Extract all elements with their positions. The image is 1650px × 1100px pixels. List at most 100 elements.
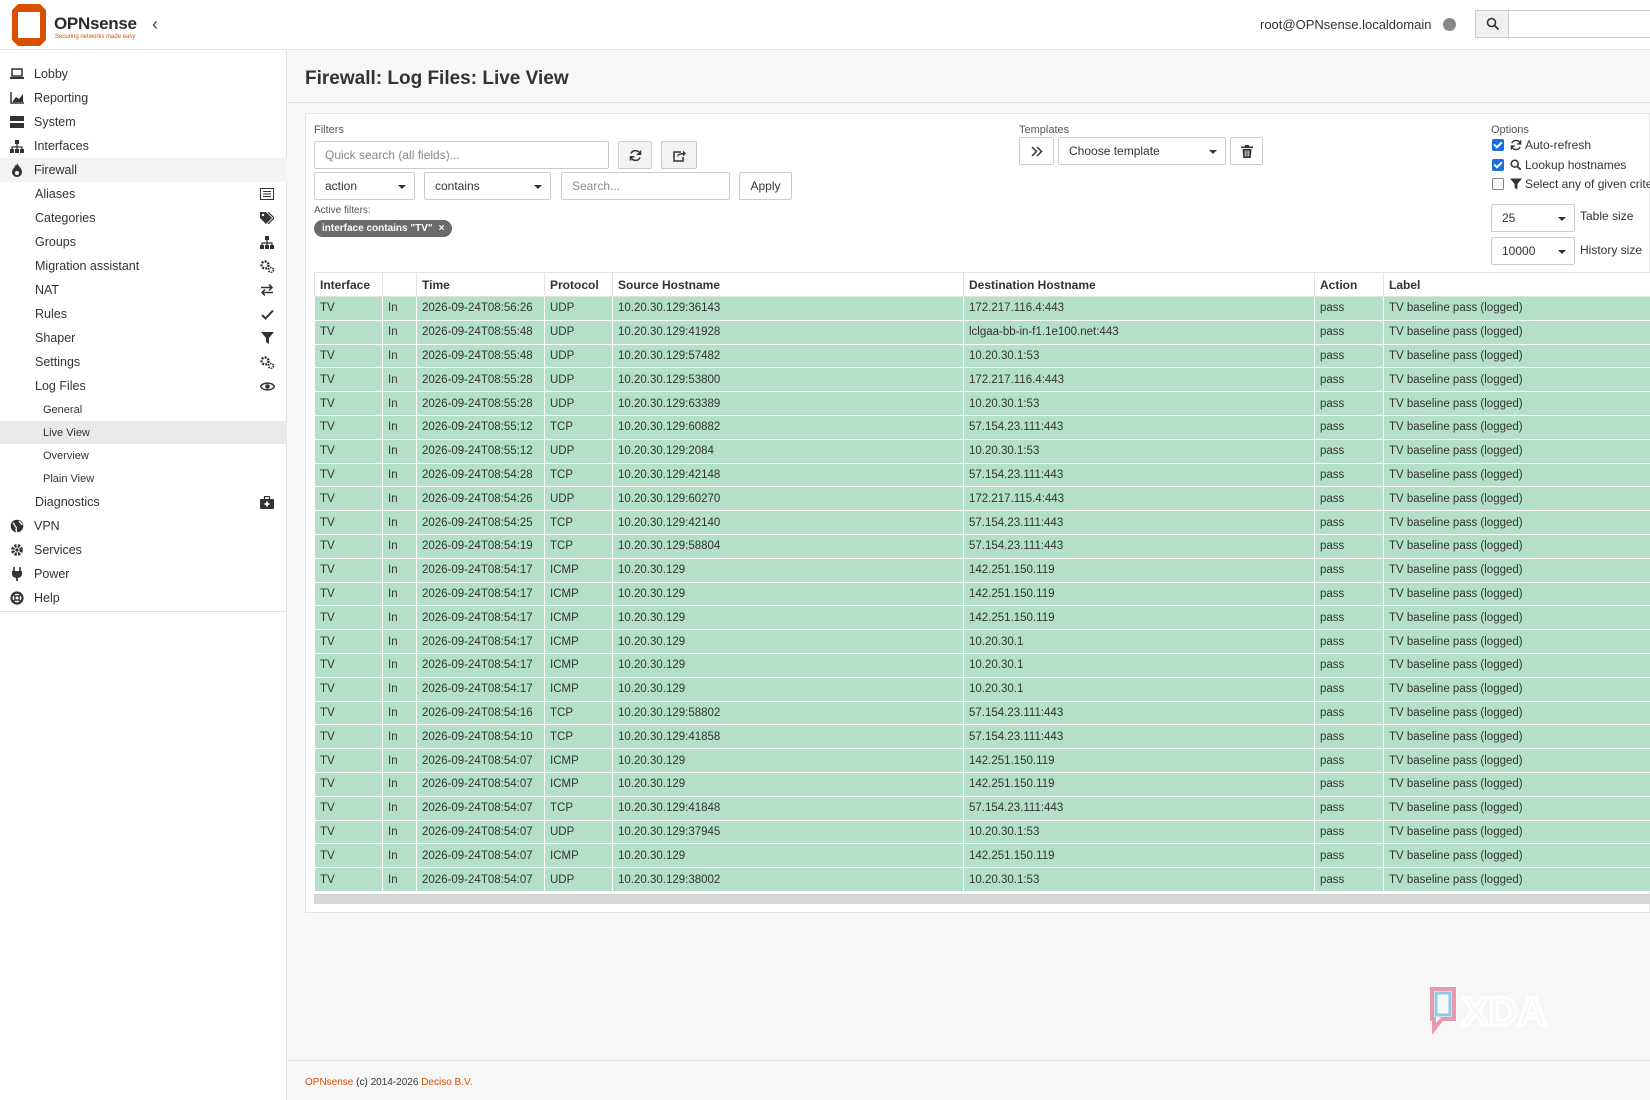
sidebar-item-help[interactable]: Help (0, 586, 287, 610)
table-row[interactable]: TV In 2026-09-24T08:54:28 TCP 10.20.30.129:4… (314, 463, 1650, 488)
table-row[interactable]: TV In 2026-09-24T08:54:07 TCP 10.20.30.129:4… (314, 796, 1650, 821)
footer-brand-link[interactable]: OPNsense (305, 1077, 353, 1088)
export-button[interactable] (661, 141, 697, 169)
cell-time: 2026-09-24T08:54:26 (416, 486, 545, 512)
sidebar-item-nat[interactable]: NAT (0, 278, 287, 302)
sidebar-item-aliases[interactable]: Aliases (0, 182, 287, 206)
table-row[interactable]: TV In 2026-09-24T08:55:12 UDP 10.20.30.129:2… (314, 439, 1650, 464)
column-header-interface[interactable]: Interface (314, 272, 383, 297)
sidebar-item-firewall[interactable]: Firewall (0, 158, 287, 182)
column-header-label[interactable]: Label (1383, 272, 1650, 297)
opnsense-logo-mark (12, 4, 46, 46)
column-header-source-hostname[interactable]: Source Hostname (612, 272, 964, 297)
sidebar-item-vpn[interactable]: VPN (0, 514, 287, 538)
delete-template-button[interactable] (1230, 137, 1263, 165)
search-button[interactable] (1475, 10, 1509, 38)
sidebar-item-power[interactable]: Power (0, 562, 287, 586)
select-any-option[interactable]: Select any of given criteria (1492, 177, 1650, 191)
quick-search-input[interactable]: Quick search (all fields)... (314, 141, 609, 169)
sidebar-item-groups[interactable]: Groups (0, 230, 287, 254)
sidebar-item-interfaces[interactable]: Interfaces (0, 134, 287, 158)
column-header-action[interactable]: Action (1314, 272, 1384, 297)
apply-button[interactable]: Apply (739, 172, 792, 200)
table-row[interactable]: TV In 2026-09-24T08:55:28 UDP 10.20.30.129:6… (314, 391, 1650, 416)
table-row[interactable]: TV In 2026-09-24T08:54:16 TCP 10.20.30.129:5… (314, 701, 1650, 726)
status-indicator-icon[interactable] (1443, 18, 1456, 31)
global-search-input[interactable] (1508, 10, 1650, 38)
select-any-checkbox[interactable] (1492, 178, 1504, 190)
sidebar-item-log-files[interactable]: Log Files (0, 374, 287, 398)
chart-icon (9, 90, 25, 106)
footer-company-link[interactable]: Deciso B.V. (421, 1077, 472, 1088)
remove-filter-icon[interactable]: × (439, 223, 445, 234)
filter-icon (1509, 178, 1522, 191)
table-row[interactable]: TV In 2026-09-24T08:55:12 TCP 10.20.30.129:6… (314, 415, 1650, 440)
sidebar-item-migration-assistant[interactable]: Migration assistant (0, 254, 287, 278)
sidebar-item-reporting[interactable]: Reporting (0, 86, 287, 110)
table-row[interactable]: TV In 2026-09-24T08:55:28 UDP 10.20.30.129:5… (314, 367, 1650, 393)
table-row[interactable]: TV In 2026-09-24T08:54:17 ICMP 10.20.30.129 1… (314, 629, 1650, 654)
history-size-select[interactable]: 10000 (1491, 237, 1575, 265)
table-size-select[interactable]: 25 (1491, 204, 1575, 232)
sidebar-item-plain-view[interactable]: Plain View (0, 467, 287, 490)
column-header-direction[interactable] (382, 272, 417, 297)
table-row[interactable]: TV In 2026-09-24T08:54:07 ICMP 10.20.30.129 1… (314, 772, 1650, 797)
sidebar-item-lobby[interactable]: Lobby (0, 62, 287, 86)
filters-label: Filters (314, 124, 344, 136)
auto-refresh-checkbox[interactable] (1492, 139, 1504, 151)
cell-action: pass (1314, 486, 1384, 512)
table-row[interactable]: TV In 2026-09-24T08:54:17 ICMP 10.20.30.129 1… (314, 558, 1650, 583)
table-row[interactable]: TV In 2026-09-24T08:54:07 UDP 10.20.30.129:3… (314, 820, 1650, 845)
sidebar-item-settings[interactable]: Settings (0, 350, 287, 374)
table-row[interactable]: TV In 2026-09-24T08:54:17 ICMP 10.20.30.129 1… (314, 653, 1650, 678)
table-row[interactable]: TV In 2026-09-24T08:54:17 ICMP 10.20.30.129 1… (314, 605, 1650, 631)
cell-label: TV baseline pass (logged) (1383, 344, 1650, 369)
table-row[interactable]: TV In 2026-09-24T08:54:07 ICMP 10.20.30.129 1… (314, 843, 1650, 869)
table-row[interactable]: TV In 2026-09-24T08:54:07 UDP 10.20.30.129:3… (314, 867, 1650, 892)
apply-template-button[interactable] (1019, 137, 1054, 165)
opnsense-logo[interactable]: OPNsense Securing networks made easy (6, 4, 148, 46)
column-header-destination-hostname[interactable]: Destination Hostname (963, 272, 1315, 297)
lookup-hostnames-option[interactable]: Lookup hostnames (1492, 158, 1626, 172)
xda-watermark: XDA (1430, 987, 1548, 1035)
table-row[interactable]: TV In 2026-09-24T08:54:17 ICMP 10.20.30.129 1… (314, 677, 1650, 702)
active-filter-chip[interactable]: interface contains "TV" × (314, 220, 453, 237)
sidebar-item-label: General (43, 403, 83, 416)
cell-protocol: TCP (544, 510, 613, 535)
cell-direction: In (382, 748, 417, 773)
sidebar-item-diagnostics[interactable]: Diagnostics (0, 490, 287, 514)
sidebar-item-system[interactable]: System (0, 110, 287, 134)
table-row[interactable]: TV In 2026-09-24T08:55:48 UDP 10.20.30.129:4… (314, 320, 1650, 345)
collapse-sidebar-icon[interactable]: ‹ (152, 14, 168, 34)
column-header-time[interactable]: Time (416, 272, 545, 297)
sidebar-item-general[interactable]: General (0, 398, 287, 421)
table-row[interactable]: TV In 2026-09-24T08:54:17 ICMP 10.20.30.129 1… (314, 582, 1650, 607)
table-row[interactable]: TV In 2026-09-24T08:54:07 ICMP 10.20.30.129 1… (314, 748, 1650, 773)
table-row[interactable]: TV In 2026-09-24T08:54:19 TCP 10.20.30.129:5… (314, 534, 1650, 559)
sidebar-item-live-view[interactable]: Live View (0, 421, 287, 444)
sidebar-item-services[interactable]: Services (0, 538, 287, 562)
sidebar-item-rules[interactable]: Rules (0, 302, 287, 326)
live-log-table: Interface Time Protocol Source Hostname … (314, 272, 1650, 892)
horizontal-scrollbar[interactable] (314, 894, 1650, 904)
filter-operator-select[interactable]: contains (424, 172, 551, 200)
table-row[interactable]: TV In 2026-09-24T08:55:48 UDP 10.20.30.129:5… (314, 344, 1650, 369)
cell-action: pass (1314, 582, 1384, 607)
sidebar-item-overview[interactable]: Overview (0, 444, 287, 467)
filter-field-select[interactable]: action (314, 172, 415, 200)
sidebar-item-shaper[interactable]: Shaper (0, 326, 287, 350)
table-row[interactable]: TV In 2026-09-24T08:54:25 TCP 10.20.30.129:4… (314, 510, 1650, 535)
table-row[interactable]: TV In 2026-09-24T08:54:10 TCP 10.20.30.129:4… (314, 724, 1650, 750)
sidebar-item-categories[interactable]: Categories (0, 206, 287, 230)
cell-label: TV baseline pass (logged) (1383, 796, 1650, 821)
cell-direction: In (382, 367, 417, 393)
column-header-protocol[interactable]: Protocol (544, 272, 613, 297)
table-row[interactable]: TV In 2026-09-24T08:56:26 UDP 10.20.30.129:3… (314, 296, 1650, 321)
filter-value-input[interactable]: Search... (561, 172, 730, 200)
template-select[interactable]: Choose template (1058, 137, 1226, 165)
refresh-button[interactable] (618, 141, 652, 169)
lookup-hostnames-checkbox[interactable] (1492, 159, 1504, 171)
table-row[interactable]: TV In 2026-09-24T08:54:26 UDP 10.20.30.129:6… (314, 486, 1650, 512)
cell-protocol: UDP (544, 486, 613, 512)
auto-refresh-option[interactable]: Auto-refresh (1492, 138, 1591, 152)
